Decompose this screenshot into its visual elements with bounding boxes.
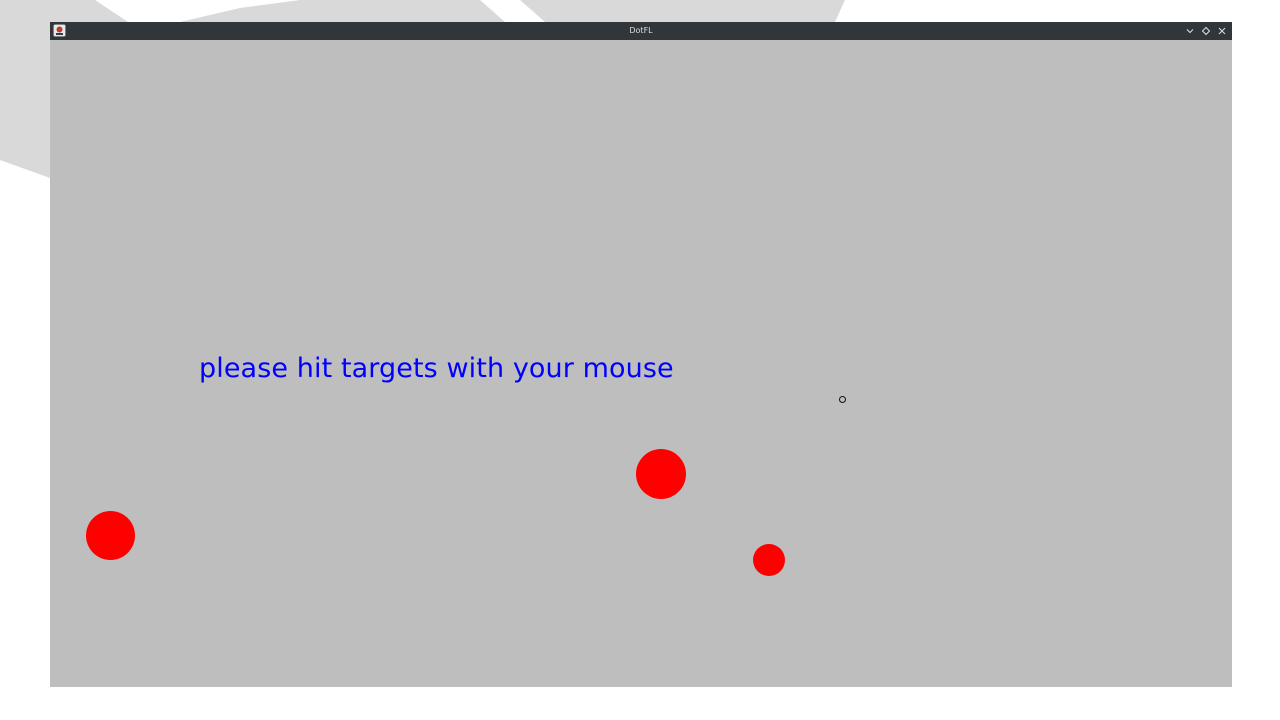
app-window: DotFL please hit targets with your mouse [50, 22, 1232, 687]
instruction-text: please hit targets with your mouse [199, 353, 674, 384]
mouse-cursor-icon [839, 396, 846, 403]
window-title: DotFL [629, 26, 653, 35]
window-controls [1184, 22, 1228, 40]
minimize-button[interactable] [1184, 25, 1196, 37]
maximize-button[interactable] [1200, 25, 1212, 37]
target-circle[interactable] [86, 511, 135, 560]
title-bar[interactable]: DotFL [50, 22, 1232, 40]
close-icon [1218, 27, 1226, 35]
desktop: DotFL please hit targets with your mouse [0, 0, 1280, 720]
target-circle[interactable] [753, 544, 785, 576]
chevron-down-icon [1186, 29, 1194, 34]
game-canvas[interactable]: please hit targets with your mouse [50, 40, 1232, 687]
close-button[interactable] [1216, 25, 1228, 37]
target-circle[interactable] [636, 449, 686, 499]
diamond-icon [1201, 26, 1211, 36]
